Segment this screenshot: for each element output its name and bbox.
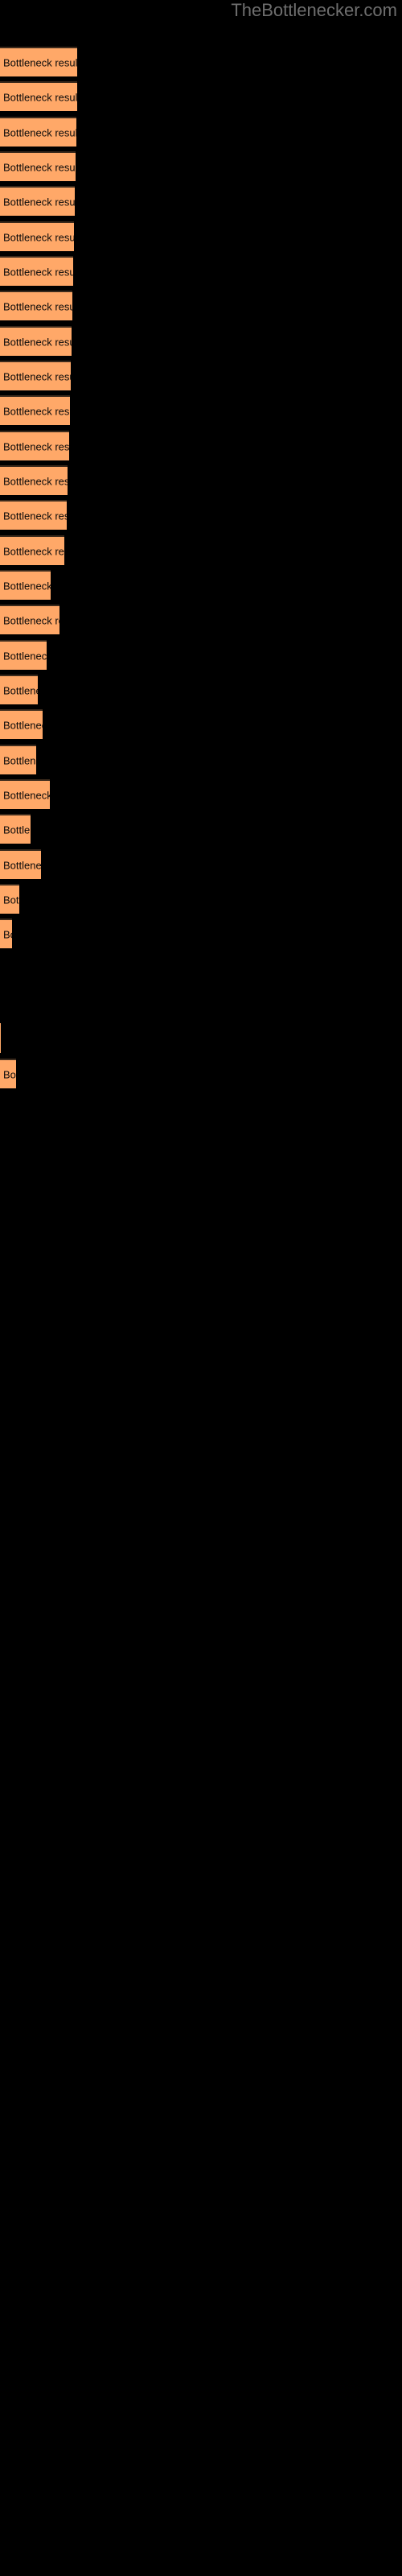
bar-label: Bottleneck result [3, 545, 64, 557]
bottleneck-chart: TheBottlenecker.com Bottleneck result Bot… [0, 0, 402, 2576]
bar-label: Bottleneck result [3, 1068, 16, 1080]
bar-row: Bottleneck result [0, 779, 402, 809]
bar-label: Bottleneck result [3, 266, 73, 278]
bar-bottleneck-result[interactable]: Bottleneck result [0, 640, 47, 670]
bar-row: Bottleneck result [0, 814, 402, 844]
bar-row: Bottleneck result [0, 675, 402, 704]
bar-label: Bottleneck result [3, 684, 38, 696]
bar-bottleneck-result[interactable]: Bottleneck result [0, 779, 50, 809]
bar-bottleneck-result[interactable]: Bottleneck result [0, 814, 31, 844]
bar-bottleneck-result[interactable]: Bottleneck result [0, 570, 51, 600]
bar-bottleneck-result[interactable]: Bottleneck result [0, 675, 38, 704]
bar-label: Bottleneck result [3, 824, 31, 836]
bar-row: Bottleneck result [0, 640, 402, 670]
bar-label: Bottleneck result [3, 300, 72, 312]
bar-bottleneck-result[interactable]: Bottleneck result [0, 431, 69, 460]
bar-bottleneck-result[interactable]: Bottleneck result [0, 221, 74, 251]
bar-bottleneck-result[interactable]: Bottleneck result [0, 745, 36, 774]
bar-label: Bottleneck result [3, 510, 67, 522]
bar-row: Bottleneck result [0, 151, 402, 181]
bar-row: Bottleneck result [0, 989, 402, 1018]
bar-row: Bottleneck result [0, 709, 402, 739]
bar-series: Bottleneck result Bottleneck result Bottle… [0, 0, 402, 2576]
bar-row: Bottleneck result [0, 1023, 402, 1053]
bar-row: Bottleneck result [0, 954, 402, 984]
bar-label: Bottleneck result [3, 475, 68, 487]
bar-row: Bottleneck result [0, 605, 402, 634]
bar-label: Bottleneck result [3, 859, 41, 871]
bar-label: Bottleneck result [3, 789, 50, 801]
bar-bottleneck-result[interactable]: Bottleneck result [0, 500, 67, 530]
bar-label: Bottleneck result [3, 126, 76, 138]
bar-bottleneck-result[interactable]: Bottleneck result [0, 361, 71, 390]
bar-bottleneck-result[interactable]: Bottleneck result [0, 117, 76, 147]
bar-bottleneck-result[interactable]: Bottleneck result [0, 256, 73, 286]
bar-label: Bottleneck result [3, 719, 43, 731]
bar-label: Bottleneck result [3, 440, 69, 452]
bar-label: Bottleneck result [3, 231, 74, 243]
bar-bottleneck-result[interactable]: Bottleneck result [0, 535, 64, 565]
bar-bottleneck-result[interactable]: Bottleneck result [0, 81, 77, 111]
bar-label: Bottleneck result [3, 196, 75, 208]
bar-label: Bottleneck result [3, 754, 36, 766]
bar-label: Bottleneck result [3, 161, 76, 173]
bar-label: Bottleneck result [3, 894, 19, 906]
bar-bottleneck-result[interactable]: Bottleneck result [0, 151, 76, 181]
bar-bottleneck-result[interactable]: Bottleneck result [0, 605, 59, 634]
bar-row: Bottleneck result [0, 47, 402, 76]
bar-bottleneck-result[interactable]: Bottleneck result [0, 186, 75, 216]
bar-label: Bottleneck result [3, 650, 47, 662]
bar-label: Bottleneck result [3, 91, 77, 103]
bar-row: Bottleneck result [0, 884, 402, 914]
bar-bottleneck-result[interactable]: Bottleneck result [0, 291, 72, 320]
bar-row: Bottleneck result [0, 500, 402, 530]
bar-bottleneck-result[interactable]: Bottleneck result [0, 326, 72, 356]
bar-row: Bottleneck result [0, 431, 402, 460]
bar-bottleneck-result[interactable]: Bottleneck result [0, 47, 77, 76]
bar-bottleneck-result[interactable]: Bottleneck result [0, 465, 68, 495]
bar-bottleneck-result[interactable]: Bottleneck result [0, 709, 43, 739]
bar-label: Bottleneck result [3, 370, 71, 382]
bar-row: Bottleneck result [0, 117, 402, 147]
bar-row: Bottleneck result [0, 570, 402, 600]
bar-row: Bottleneck result [0, 919, 402, 948]
bar-row: Bottleneck result [0, 465, 402, 495]
bar-row: Bottleneck result [0, 361, 402, 390]
bar-row: Bottleneck result [0, 186, 402, 216]
bar-label: Bottleneck result [3, 405, 70, 417]
bar-label: Bottleneck result [3, 336, 72, 348]
bar-row: Bottleneck result [0, 256, 402, 286]
bar-label: Bottleneck result [3, 580, 51, 592]
bar-bottleneck-result[interactable]: Bottleneck result [0, 884, 19, 914]
bar-bottleneck-result[interactable]: Bottleneck result [0, 1023, 1, 1053]
bar-bottleneck-result[interactable]: Bottleneck result [0, 395, 70, 425]
bar-row: Bottleneck result [0, 221, 402, 251]
bar-row: Bottleneck result [0, 745, 402, 774]
bar-row: Bottleneck result [0, 1059, 402, 1088]
bar-row: Bottleneck result [0, 395, 402, 425]
bar-label: Bottleneck result [3, 928, 12, 940]
bar-row: Bottleneck result [0, 849, 402, 879]
bar-row: Bottleneck result [0, 291, 402, 320]
bar-label: Bottleneck result [3, 56, 77, 68]
bar-bottleneck-result[interactable]: Bottleneck result [0, 919, 12, 948]
bar-bottleneck-result[interactable]: Bottleneck result [0, 849, 41, 879]
bar-row: Bottleneck result [0, 326, 402, 356]
bar-row: Bottleneck result [0, 81, 402, 111]
bar-label: Bottleneck result [3, 614, 59, 626]
bar-bottleneck-result[interactable]: Bottleneck result [0, 1059, 16, 1088]
bar-row: Bottleneck result [0, 535, 402, 565]
